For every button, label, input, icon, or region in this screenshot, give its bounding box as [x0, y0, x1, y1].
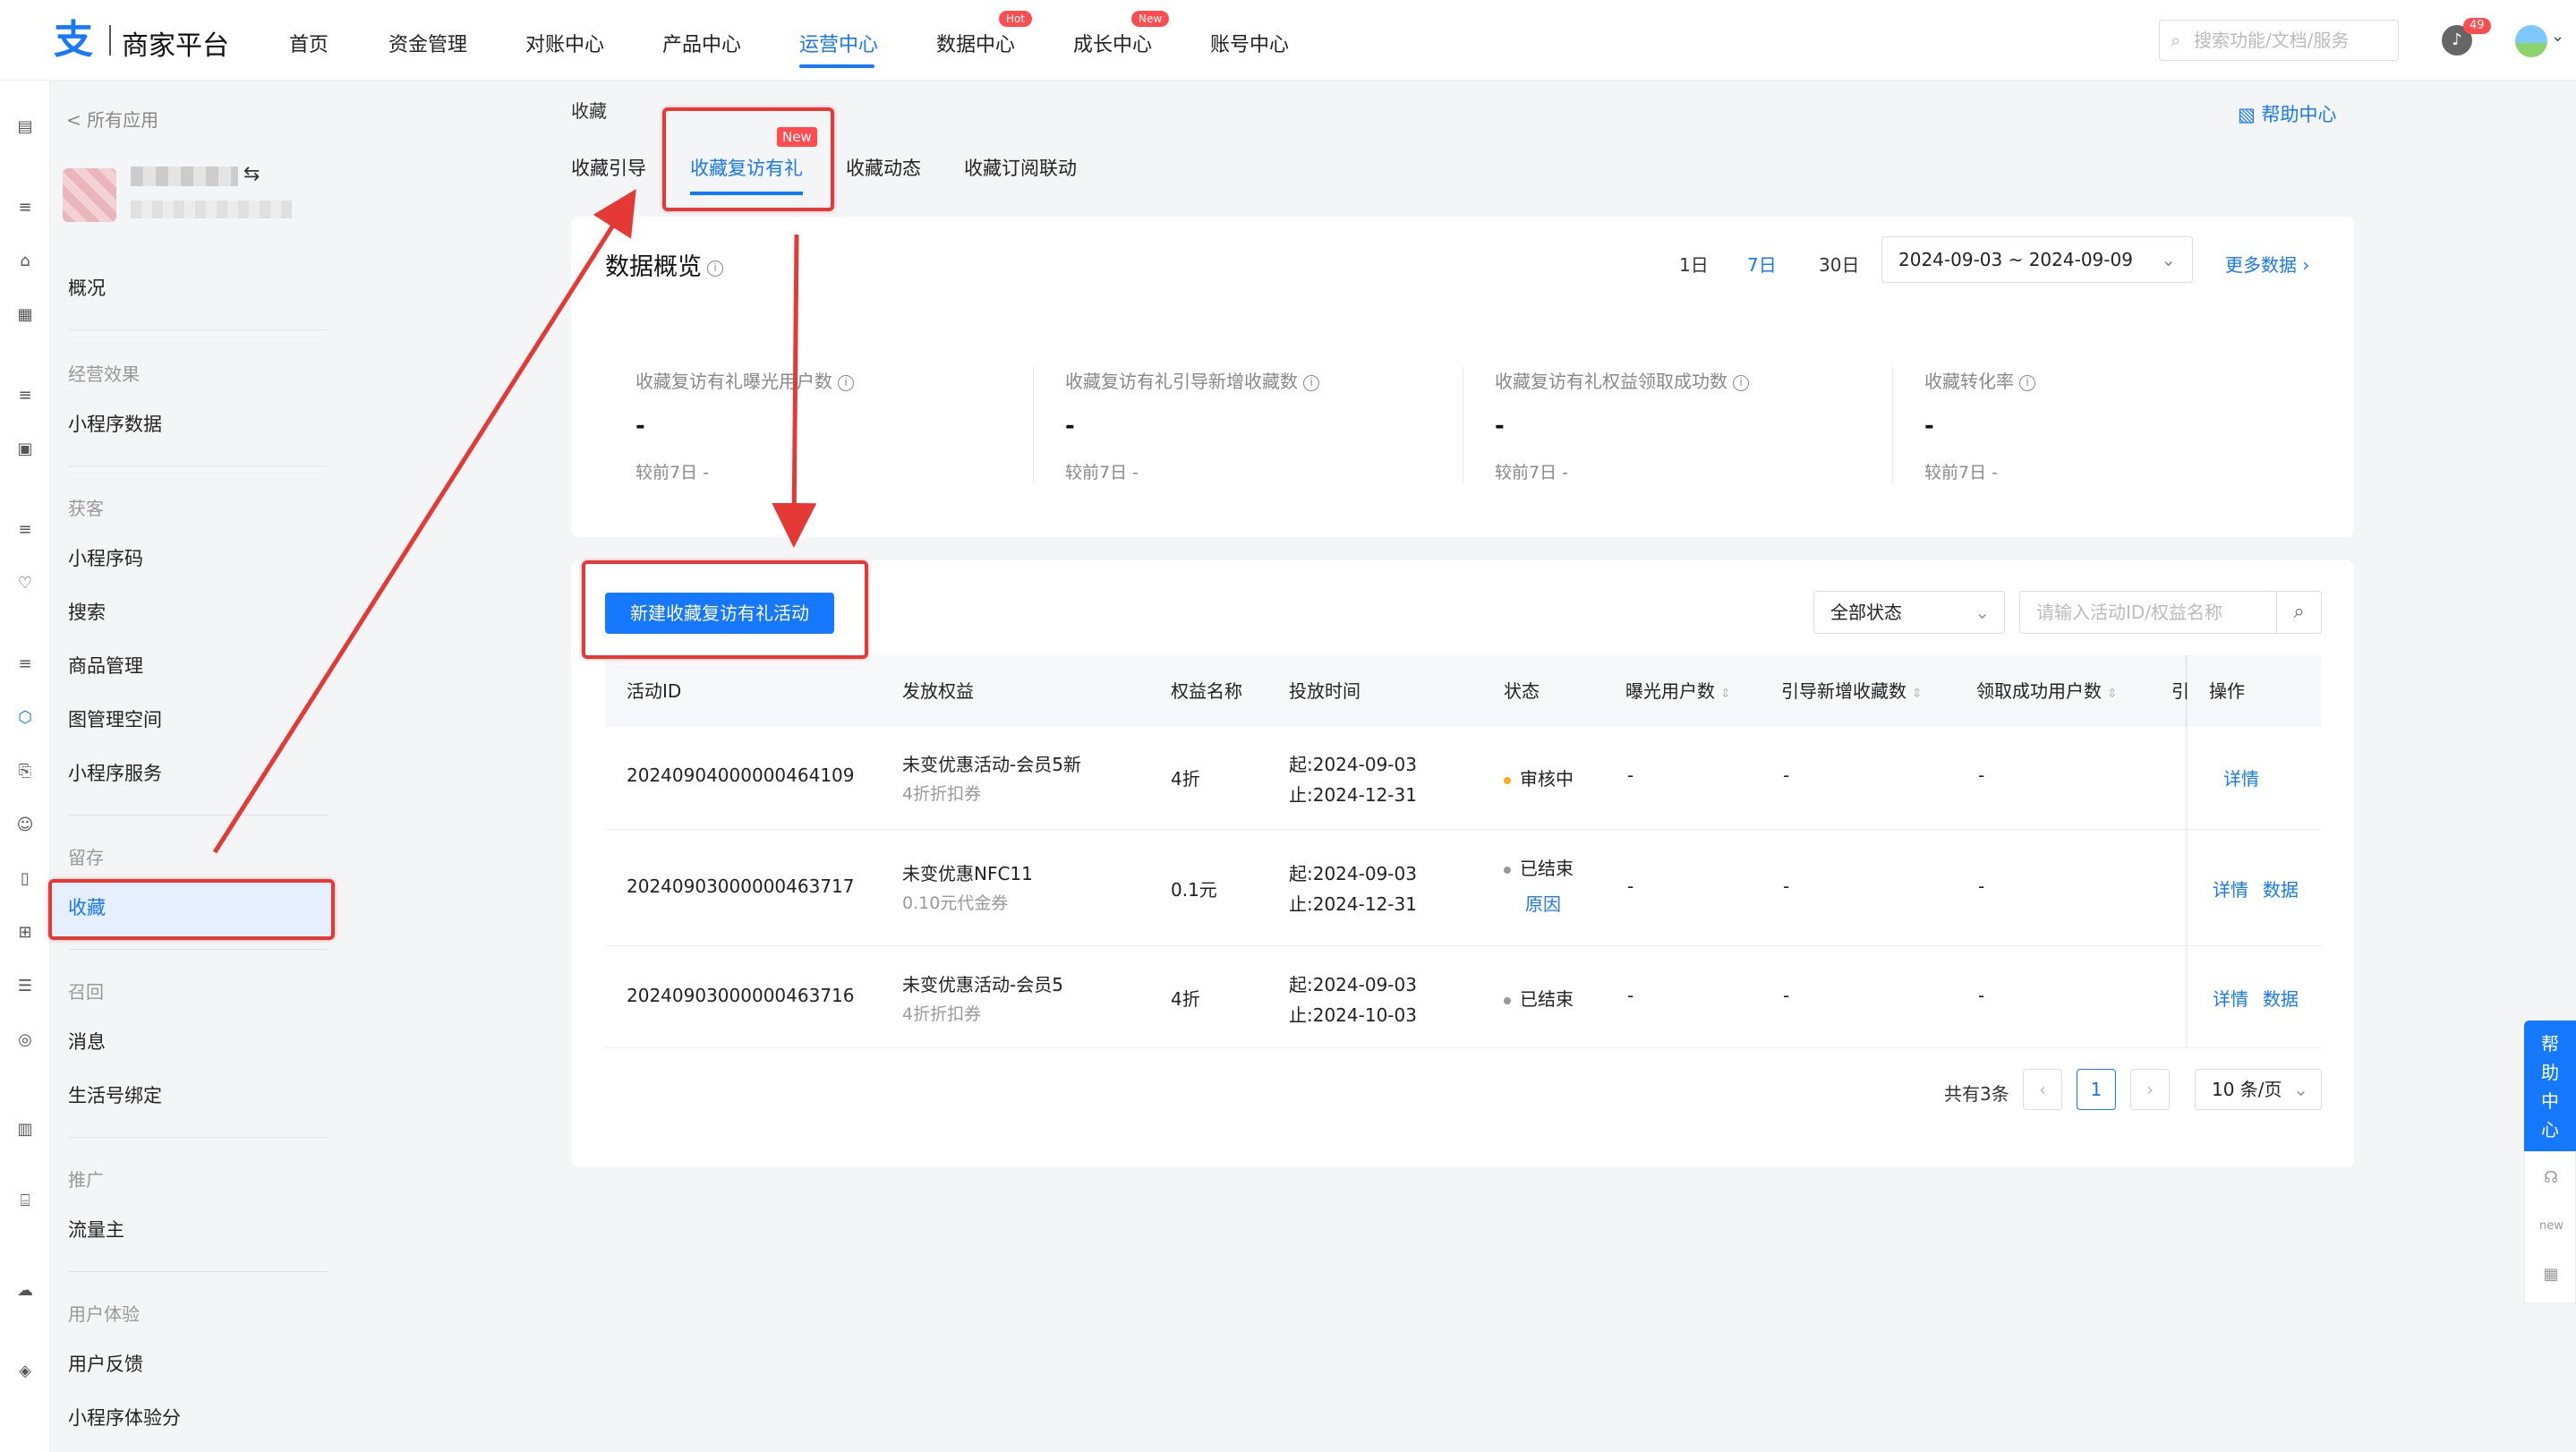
arrow-sidebar-to-tab	[212, 189, 636, 854]
annotation-arrows	[212, 189, 817, 854]
arrow-tab-to-button	[772, 234, 817, 548]
